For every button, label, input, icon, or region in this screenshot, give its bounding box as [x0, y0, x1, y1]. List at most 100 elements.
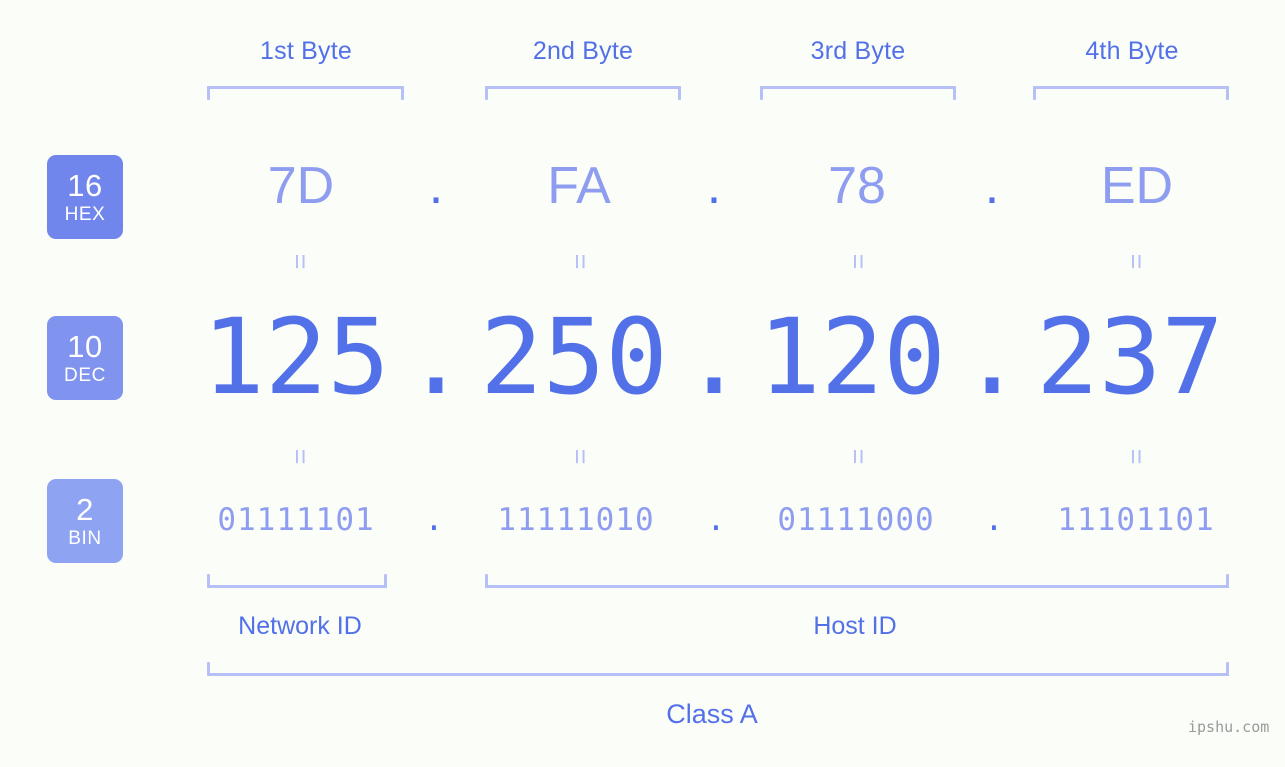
class-label-text: Class A	[666, 699, 758, 729]
equals-glyph: =	[1121, 448, 1152, 465]
ip-breakdown-diagram: 1st Byte 2nd Byte 3rd Byte 4th Byte 16 H…	[0, 0, 1285, 767]
decimal-byte-value: 125	[202, 296, 390, 418]
bracket-bar	[207, 585, 387, 588]
dot-separator: .	[682, 296, 746, 418]
byte-bracket-1	[207, 86, 404, 103]
bracket-bar	[207, 673, 1229, 676]
byte-header-label: 3rd Byte	[810, 37, 906, 65]
decimal-byte-value: 237	[1036, 296, 1224, 418]
decimal-value-row: 125 . 250 . 120 . 237	[0, 305, 1285, 417]
hex-separator-3: .	[962, 160, 1022, 212]
hex-separator-1: .	[406, 160, 466, 212]
binary-byte-value: 01111000	[777, 502, 935, 538]
byte-header-label: 1st Byte	[260, 37, 352, 65]
decimal-separator-2: .	[674, 305, 754, 409]
hex-byte-value: 78	[828, 157, 886, 215]
network-id-label: Network ID	[200, 612, 400, 641]
bracket-leg-left	[1033, 86, 1036, 100]
equals-glyph: =	[843, 448, 874, 465]
hex-separator-2: .	[684, 160, 744, 212]
binary-byte-value: 11111010	[497, 502, 655, 538]
decimal-byte-2: 250	[474, 305, 674, 409]
id-section-label: Network ID	[238, 612, 362, 640]
equals-mark-hex-dec-1: =	[285, 245, 316, 279]
byte-header-label: 4th Byte	[1085, 37, 1179, 65]
byte-header-4: 4th Byte	[1034, 37, 1230, 66]
host-id-bracket	[485, 571, 1229, 588]
decimal-separator-1: .	[396, 305, 476, 409]
equals-mark-hex-dec-3: =	[843, 245, 874, 279]
binary-byte-value: 11101101	[1057, 502, 1215, 538]
bracket-leg-left	[207, 86, 210, 100]
hex-byte-2: FA	[484, 160, 674, 212]
equals-mark-dec-bin-2: =	[565, 440, 596, 474]
dot-separator: .	[404, 296, 468, 418]
binary-separator-3: .	[964, 505, 1024, 536]
equals-mark-dec-bin-4: =	[1121, 440, 1152, 474]
bracket-leg-right	[384, 574, 387, 588]
bracket-leg-right	[1226, 662, 1229, 676]
bracket-leg-left	[760, 86, 763, 100]
bracket-leg-left	[485, 86, 488, 100]
bracket-leg-left	[207, 662, 210, 676]
equals-glyph: =	[285, 448, 316, 465]
byte-header-2: 2nd Byte	[485, 37, 681, 66]
dot-separator: .	[706, 502, 726, 538]
dot-separator: .	[706, 157, 722, 215]
equals-mark-hex-dec-4: =	[1121, 245, 1152, 279]
dot-separator: .	[960, 296, 1024, 418]
dot-separator: .	[984, 502, 1004, 538]
host-id-label: Host ID	[755, 612, 955, 641]
bracket-leg-left	[485, 574, 488, 588]
equals-glyph: =	[565, 448, 596, 465]
hex-byte-value: ED	[1100, 157, 1174, 215]
hex-byte-1: 7D	[206, 160, 396, 212]
decimal-byte-4: 237	[1030, 305, 1230, 409]
binary-separator-1: .	[404, 505, 464, 536]
decimal-byte-1: 125	[196, 305, 396, 409]
dot-separator: .	[424, 502, 444, 538]
binary-byte-3: 01111000	[756, 505, 956, 536]
bracket-leg-right	[401, 86, 404, 100]
bracket-leg-right	[1226, 86, 1229, 100]
bracket-bar	[1033, 86, 1229, 89]
binary-value-row: 01111101 . 11111010 . 01111000 . 1110110…	[0, 505, 1285, 541]
hex-byte-4: ED	[1042, 160, 1232, 212]
binary-byte-2: 11111010	[476, 505, 676, 536]
dot-separator: .	[984, 157, 1000, 215]
binary-separator-2: .	[686, 505, 746, 536]
bracket-leg-right	[953, 86, 956, 100]
hex-byte-value: 7D	[267, 157, 335, 215]
site-watermark: ipshu.com	[1188, 718, 1269, 736]
equals-glyph: =	[1121, 253, 1152, 270]
decimal-byte-value: 120	[758, 296, 946, 418]
byte-bracket-3	[760, 86, 956, 103]
network-id-bracket	[207, 571, 387, 588]
hex-byte-3: 78	[762, 160, 952, 212]
byte-bracket-2	[485, 86, 681, 103]
dot-separator: .	[428, 157, 444, 215]
decimal-byte-3: 120	[752, 305, 952, 409]
hex-byte-value: FA	[547, 157, 611, 215]
byte-header-1: 1st Byte	[206, 37, 406, 66]
bracket-bar	[207, 86, 404, 89]
equals-mark-hex-dec-2: =	[565, 245, 596, 279]
binary-byte-value: 01111101	[217, 502, 375, 538]
equals-mark-dec-bin-1: =	[285, 440, 316, 474]
equals-glyph: =	[285, 253, 316, 270]
decimal-separator-3: .	[952, 305, 1032, 409]
equals-glyph: =	[565, 253, 596, 270]
bracket-bar	[485, 585, 1229, 588]
byte-bracket-4	[1033, 86, 1229, 103]
bracket-bar	[760, 86, 956, 89]
hex-value-row: 7D . FA . 78 . ED	[0, 160, 1285, 216]
class-bracket	[207, 659, 1229, 676]
byte-header-3: 3rd Byte	[760, 37, 956, 66]
binary-byte-4: 11101101	[1036, 505, 1236, 536]
watermark-text: ipshu.com	[1188, 718, 1270, 736]
byte-header-label: 2nd Byte	[532, 37, 634, 65]
class-label: Class A	[612, 699, 812, 730]
bracket-leg-left	[207, 574, 210, 588]
id-section-label: Host ID	[813, 612, 897, 640]
equals-glyph: =	[843, 253, 874, 270]
